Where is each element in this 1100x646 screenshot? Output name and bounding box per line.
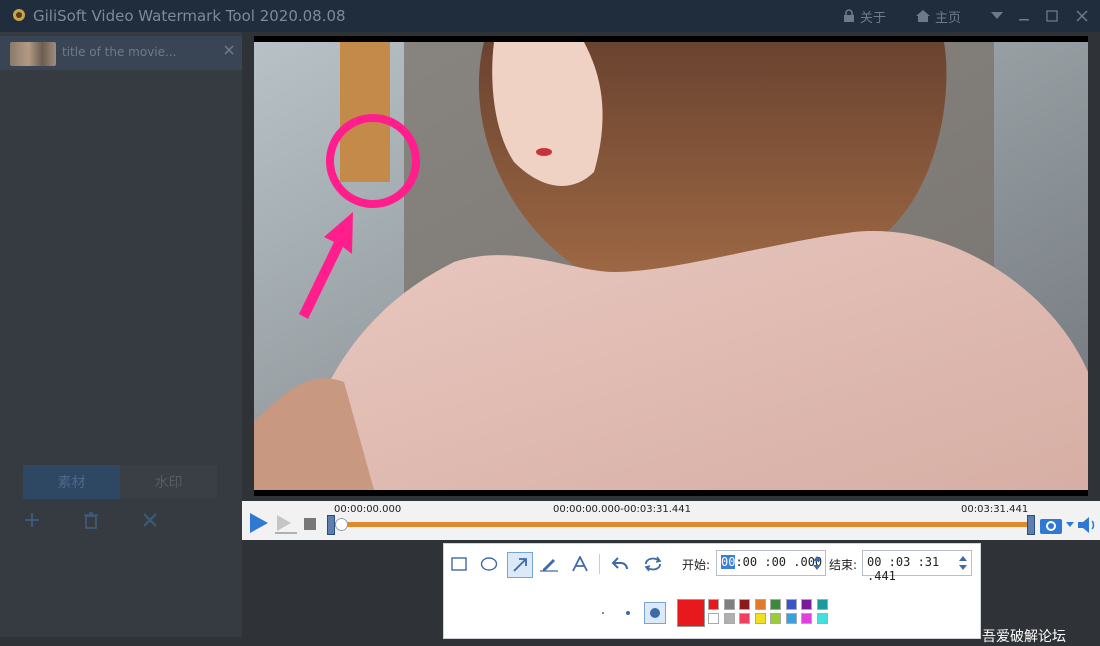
chevron-down-icon[interactable] <box>1066 522 1074 528</box>
color-swatch[interactable] <box>723 613 735 624</box>
toolbar-divider <box>599 554 600 574</box>
file-name: title of the movie... <box>62 45 177 59</box>
color-swatch[interactable] <box>801 599 812 610</box>
end-time-input[interactable]: 00 :03 :31 .441 <box>862 550 972 583</box>
start-time-hour: 00 <box>721 555 736 569</box>
video-frame[interactable] <box>254 36 1088 496</box>
pen-icon <box>540 559 558 572</box>
chevron-down-icon <box>991 12 1003 19</box>
trash-icon[interactable] <box>81 510 101 530</box>
playhead-knob[interactable] <box>335 518 348 531</box>
start-label: 开始: <box>682 558 711 572</box>
stop-icon[interactable] <box>304 518 316 530</box>
maximize-icon <box>1046 10 1058 22</box>
end-label: 结束: <box>829 558 858 572</box>
left-panel: title of the movie... 素材 水印 <box>0 32 242 637</box>
minimize-button[interactable] <box>1013 5 1035 27</box>
end-time-value: 00 :03 :31 .441 <box>867 555 940 583</box>
trim-start-handle[interactable] <box>327 515 335 535</box>
color-swatch[interactable] <box>739 599 750 610</box>
home-label: 主页 <box>935 10 962 26</box>
undo-button[interactable] <box>608 552 632 576</box>
tab-watermark[interactable]: 水印 <box>120 465 217 499</box>
close-icon[interactable] <box>222 43 236 57</box>
rectangle-icon <box>451 557 467 571</box>
color-swatch[interactable] <box>770 599 781 610</box>
play-icon[interactable] <box>250 513 268 533</box>
refresh-icon <box>644 556 662 572</box>
spinner-icon[interactable] <box>811 553 823 573</box>
camera-icon[interactable] <box>1039 515 1063 535</box>
start-time-rest: :00 :00 .000 <box>735 555 823 569</box>
pen-tool[interactable] <box>537 552 561 576</box>
ellipse-icon <box>480 557 498 571</box>
player-bar: 00:00:00.000 00:00:00.000-00:03:31.441 0… <box>242 501 1100 540</box>
video-frame-image <box>254 42 1088 490</box>
color-swatch[interactable] <box>816 599 828 610</box>
spinner-icon[interactable] <box>957 553 969 573</box>
ellipse-tool[interactable] <box>477 552 501 576</box>
end-time-label: 00:03:31.441 <box>961 504 1029 515</box>
color-swatch[interactable] <box>816 613 828 624</box>
color-swatch[interactable] <box>801 613 812 624</box>
file-item[interactable]: title of the movie... <box>0 36 242 70</box>
arrow-tool[interactable] <box>507 552 533 578</box>
video-preview-area <box>242 32 1100 502</box>
color-swatch[interactable] <box>754 599 766 610</box>
text-icon <box>572 556 588 572</box>
maximize-button[interactable] <box>1041 5 1063 27</box>
video-thumbnail <box>10 42 56 66</box>
clear-icon[interactable] <box>140 510 160 530</box>
color-swatch[interactable] <box>708 613 719 624</box>
undo-icon <box>611 557 628 570</box>
home-button[interactable]: 主页 <box>915 6 961 26</box>
color-swatch[interactable] <box>785 613 797 624</box>
close-icon <box>1076 10 1088 22</box>
stroke-size-small[interactable] <box>602 612 604 614</box>
home-icon <box>916 10 930 22</box>
title-bar: GiliSoft Video Watermark Tool 2020.08.08… <box>0 0 1100 32</box>
color-swatch[interactable] <box>723 599 735 610</box>
rectangle-tool[interactable] <box>447 552 471 576</box>
color-swatch[interactable] <box>770 613 781 624</box>
start-time-input[interactable]: 00:00 :00 .000 <box>716 550 826 576</box>
minimize-icon <box>1019 19 1029 21</box>
range-label: 00:00:00.000-00:03:31.441 <box>553 504 691 515</box>
redo-button[interactable] <box>641 552 665 576</box>
drawing-toolbar: 开始: 00:00 :00 .000 结束: 00 :03 :31 .441 <box>443 543 981 639</box>
about-button[interactable]: 关于 <box>842 6 886 26</box>
stroke-size-medium[interactable] <box>626 611 630 615</box>
lock-icon <box>844 9 854 22</box>
about-label: 关于 <box>860 10 887 26</box>
color-swatch[interactable] <box>754 613 766 624</box>
add-icon[interactable] <box>22 510 42 530</box>
start-time-label: 00:00:00.000 <box>334 504 402 515</box>
app-logo-icon <box>13 9 25 21</box>
color-swatch[interactable] <box>708 599 719 610</box>
text-tool[interactable] <box>568 552 592 576</box>
close-window-button[interactable] <box>1071 5 1093 27</box>
timeline-track[interactable] <box>334 522 1030 527</box>
window-title: GiliSoft Video Watermark Tool 2020.08.08 <box>33 7 346 25</box>
watermark-text: 吾爱破解论坛 <box>982 629 1066 645</box>
arrow-icon <box>513 558 527 572</box>
color-swatch[interactable] <box>785 599 797 610</box>
color-swatch[interactable] <box>739 613 750 624</box>
dropdown-button[interactable] <box>986 5 1008 27</box>
trim-end-handle[interactable] <box>1027 515 1035 535</box>
step-icon[interactable] <box>275 513 297 535</box>
volume-icon[interactable] <box>1077 516 1097 534</box>
tab-materials[interactable]: 素材 <box>23 465 120 499</box>
selected-color-swatch[interactable] <box>677 599 705 627</box>
stroke-size-large[interactable] <box>644 602 666 624</box>
video-scene <box>254 42 1088 490</box>
